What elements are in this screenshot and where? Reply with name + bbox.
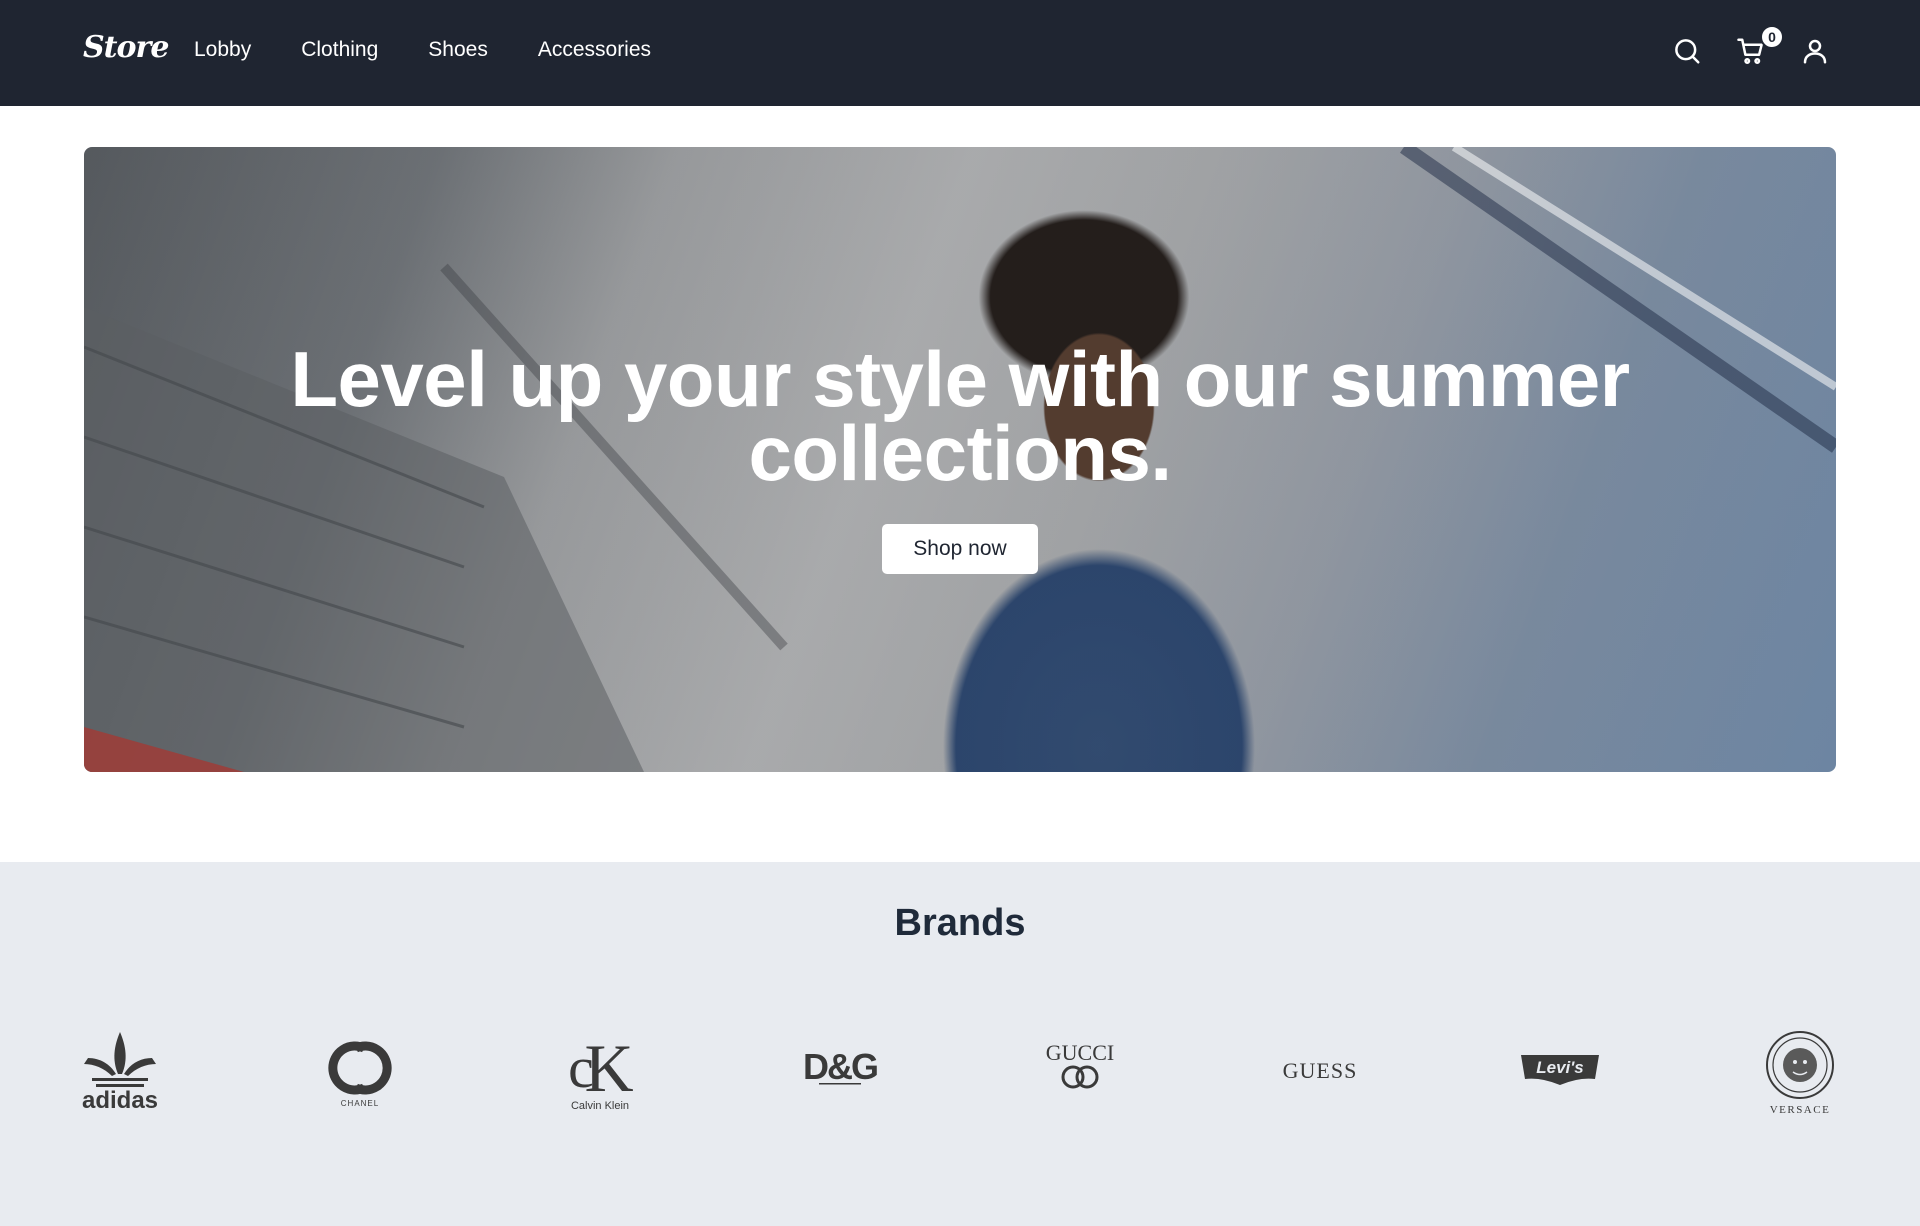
brand-logo-chanel[interactable]: CHANEL <box>315 1027 405 1117</box>
search-icon <box>1675 39 1700 64</box>
hero-banner: Level up your style with our summer coll… <box>84 147 1836 772</box>
top-navbar: Store Lobby Clothing Shoes Accessories 0 <box>0 0 1920 106</box>
brand-caption: Levi's <box>1536 1058 1584 1077</box>
brand-caption: adidas <box>82 1087 158 1114</box>
chanel-logo: CHANEL <box>328 1041 392 1108</box>
brand-caption: CHANEL <box>341 1099 379 1108</box>
cart-count-badge: 0 <box>1760 25 1784 49</box>
shop-now-button[interactable]: Shop now <box>882 524 1038 574</box>
gucci-logo: GUCCI <box>1046 1040 1114 1089</box>
calvin-klein-logo: c K Calvin Klein <box>568 1030 633 1112</box>
dolce-gabbana-logo: D&G <box>803 1046 879 1087</box>
brand-logo-dolce-gabbana[interactable]: D&G <box>795 1027 885 1117</box>
account-button[interactable] <box>1798 34 1832 68</box>
brands-title: Brands <box>894 902 1026 944</box>
adidas-logo: adidas <box>82 1032 158 1114</box>
guess-logo: GUESS <box>1283 1058 1358 1083</box>
versace-logo: VERSACE <box>1766 1031 1834 1116</box>
nav-link-clothing[interactable]: Clothing <box>301 38 378 62</box>
brand-logo-guess[interactable]: GUESS <box>1275 1027 1365 1117</box>
brand-caption: VERSACE <box>1770 1104 1831 1116</box>
user-icon <box>1803 39 1827 64</box>
brand-caption: D&G <box>803 1046 877 1087</box>
nav-link-lobby[interactable]: Lobby <box>194 38 251 62</box>
brand-caption: GUESS <box>1283 1058 1358 1083</box>
store-logo[interactable]: Store <box>83 30 169 65</box>
nav-icons: 0 <box>1670 25 1832 68</box>
svg-text:K: K <box>584 1030 633 1106</box>
nav-link-shoes[interactable]: Shoes <box>428 38 488 62</box>
hero-headline: Level up your style with our summer coll… <box>290 335 1630 497</box>
brand-logo-adidas[interactable]: adidas <box>75 1027 165 1117</box>
nav-link-accessories[interactable]: Accessories <box>538 38 651 62</box>
brand-logo-levis[interactable]: Levi's <box>1515 1027 1605 1117</box>
brand-logo-versace[interactable]: VERSACE <box>1755 1027 1845 1117</box>
brands-section: Brands adidas CHANEL c K Calvin Klein D&… <box>0 862 1920 1226</box>
brand-logo-gucci[interactable]: GUCCI <box>1035 1027 1125 1117</box>
brand-caption: GUCCI <box>1046 1040 1114 1065</box>
levis-logo: Levi's <box>1521 1055 1599 1085</box>
brand-caption: Calvin Klein <box>571 1100 629 1112</box>
cart-button[interactable]: 0 <box>1734 25 1784 68</box>
search-button[interactable] <box>1670 34 1704 68</box>
brand-logo-calvin-klein[interactable]: c K Calvin Klein <box>555 1027 645 1117</box>
main-nav: Lobby Clothing Shoes Accessories <box>194 38 651 62</box>
